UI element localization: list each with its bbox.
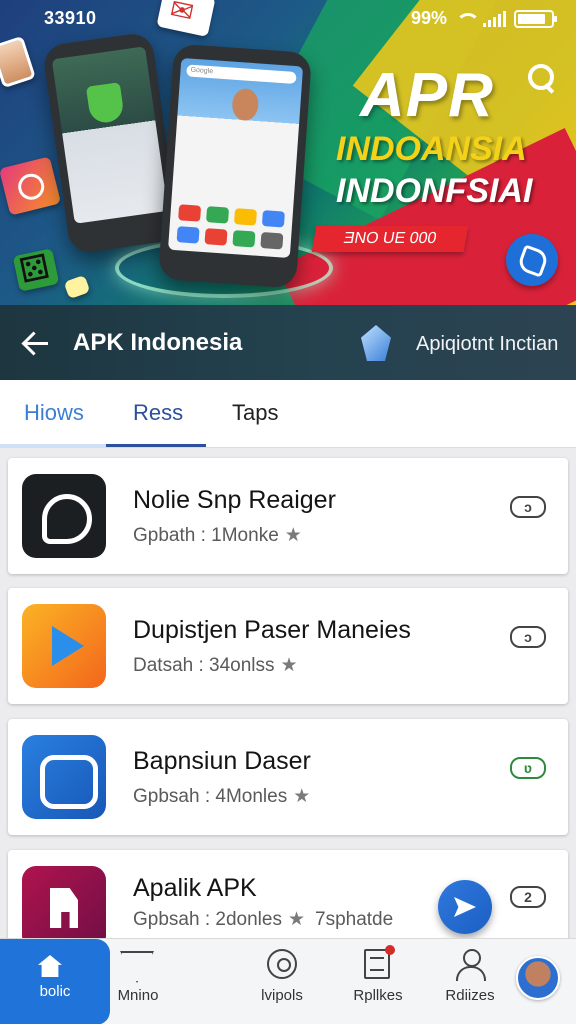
signal-icon [483,10,506,27]
hero-subtitle-yellow: INDOANSIA [336,130,527,168]
app-name: Nolie Snp Reaiger [133,486,336,514]
tab-hiows[interactable]: Hiows [24,400,84,426]
gem-icon [361,325,391,361]
nav-label: Rpllkes [353,987,403,1004]
notification-dot [385,945,395,955]
active-tab-indicator [106,444,206,447]
nav-replies[interactable]: Rpllkes [330,939,426,1024]
camera-sticker-icon [0,156,62,216]
status-badge[interactable]: ɔ [510,496,546,518]
nav-movies[interactable]: Mnino [90,939,186,1024]
hero-share-button[interactable] [506,234,558,286]
app-extra-meta: 7sphatde [315,909,394,930]
app-meta: Gpbath : 1Monke ★ [133,524,302,547]
bottom-navigation: bolic Mnino lvipols Rpllkes Rdiizes [0,938,576,1024]
top-app-bar: APK Indonesia Apiqiotnt Inctian [0,305,576,380]
battery-percent: 99% [410,8,447,28]
app-meta-text: Datsah : 34onlss [133,655,275,676]
search-icon[interactable] [528,64,558,94]
app-name: Apalik APK [133,874,257,902]
photo-sticker-icon [0,35,36,89]
tab-taps[interactable]: Taps [232,400,278,426]
star-icon: ★ [287,908,305,930]
phone-app-grid [176,204,285,250]
app-meta: Datsah : 34onlss ★ [133,654,298,677]
small-sticker-icon [63,274,91,300]
hero-title: APR [360,61,494,130]
list-item[interactable]: Nolie Snp Reaiger Gpbath : 1Monke ★ ɔ [8,458,568,574]
nav-apps[interactable]: lvipols [234,939,330,1024]
phone-search-bar: Google [186,64,297,85]
hero-cta-button[interactable]: ƎNO UE 000 [311,226,469,252]
app-meta-text: Gpbath : 1Monke [133,525,279,546]
nav-profile[interactable]: Rdiizes [422,939,518,1024]
tab-ress[interactable]: Ress [133,400,183,426]
app-name: Bapnsiun Daser [133,747,311,775]
apps-icon [267,949,297,979]
play-icon [22,604,106,688]
home-icon [38,955,62,977]
page-title: APK Indonesia [73,329,243,356]
status-badge[interactable]: ʋ [510,757,546,779]
hero-banner[interactable]: Google 33910 99% APR INDOANSIA INDONFSIA… [0,0,576,305]
status-badge[interactable]: ɔ [510,626,546,648]
movies-icon [120,951,154,983]
app-meta-text: Gpbsah : 2donles [133,909,282,930]
tab-bar: Hiows Ress Taps [0,380,576,448]
back-arrow-icon[interactable] [18,325,54,361]
nav-label: Rdiizes [445,987,495,1004]
status-badge[interactable]: 2 [510,886,546,908]
list-item[interactable]: Dupistjen Paser Maneies Datsah : 34onlss… [8,588,568,704]
hero-subtitle-white: INDONFSIAI [336,172,533,210]
wifi-icon [455,11,480,27]
list-item[interactable]: Bapnsiun Daser Gpbsah : 4Monles ★ ʋ [8,719,568,835]
tab-divider [0,444,106,447]
star-icon: ★ [293,785,311,807]
app-meta-text: Gpbsah : 4Monles [133,786,288,807]
app-bar-subtitle[interactable]: Apiqiotnt Inctian [416,333,558,356]
send-fab-button[interactable] [438,880,492,934]
phone-mockup-right: Google [157,43,313,289]
app-meta: Gpbsah : 2donles ★ 7sphatde [133,908,393,931]
star-icon: ★ [280,654,298,676]
app-name: Dupistjen Paser Maneies [133,616,411,644]
dice-sticker-icon [12,248,60,292]
status-bar: 33910 99% [0,0,576,36]
app-meta: Gpbsah : 4Monles ★ [133,785,310,808]
phone-mockup-left [41,31,181,255]
avatar[interactable] [516,956,560,1000]
chat-bubble-icon [22,474,106,558]
shield-icon [85,82,125,125]
battery-icon [514,9,557,28]
nav-label: lvipols [261,987,303,1004]
person-photo [231,87,260,122]
star-icon: ★ [284,524,302,546]
gear-badge-icon [22,735,106,819]
status-time: 33910 [44,8,97,28]
profile-icon [455,949,486,981]
nav-label: Mnino [117,987,159,1004]
